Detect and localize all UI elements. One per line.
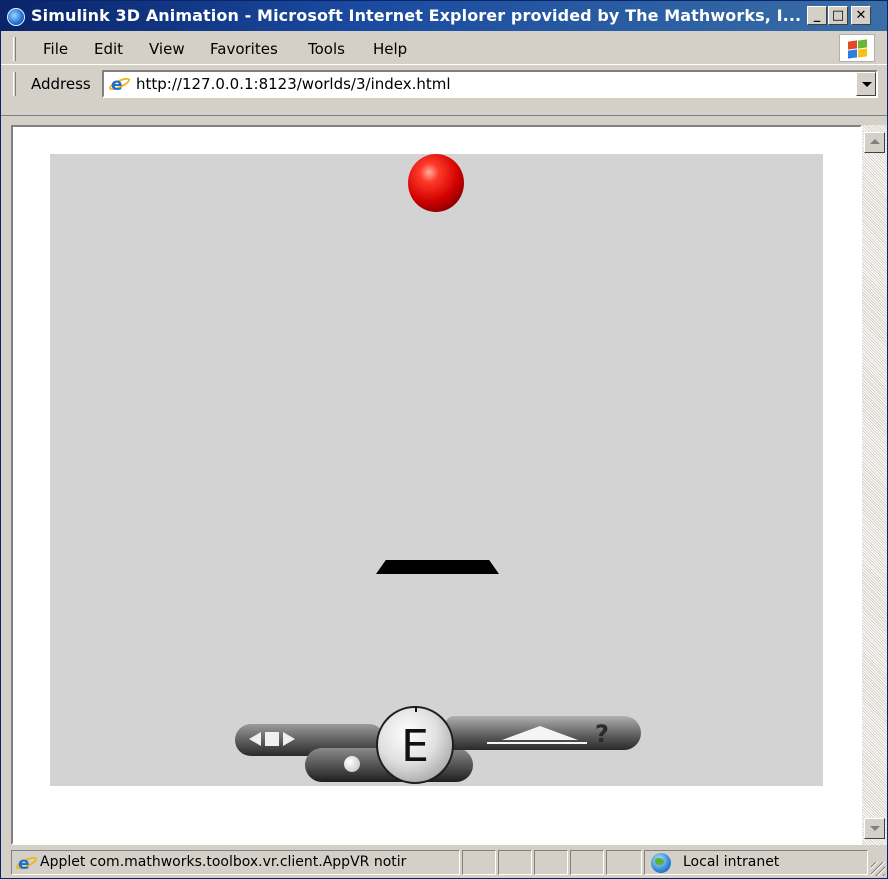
address-bar: Address e http://127.0.0.1:8123/worlds/3… bbox=[1, 66, 887, 116]
maximize-button[interactable]: □ bbox=[828, 6, 848, 25]
minimize-button[interactable]: _ bbox=[807, 6, 827, 25]
scroll-up-button[interactable] bbox=[864, 132, 885, 153]
viewpoint-controls bbox=[249, 730, 329, 748]
menu-favorites[interactable]: Favorites bbox=[210, 40, 278, 58]
status-bar: e Applet com.mathworks.toolbox.vr.client… bbox=[1, 847, 887, 878]
internet-explorer-icon[interactable] bbox=[7, 8, 25, 26]
close-button[interactable]: ✕ bbox=[851, 6, 871, 25]
help-button[interactable]: ? bbox=[595, 720, 609, 748]
speed-ramp-icon bbox=[502, 726, 578, 740]
compass-tick bbox=[415, 706, 417, 712]
toolbar-grip[interactable] bbox=[13, 72, 16, 96]
address-input[interactable]: e http://127.0.0.1:8123/worlds/3/index.h… bbox=[102, 70, 878, 98]
speed-track bbox=[487, 742, 587, 744]
menu-bar: File Edit View Favorites Tools Help bbox=[1, 31, 887, 65]
next-viewpoint-icon[interactable] bbox=[283, 732, 295, 746]
previous-viewpoint-icon[interactable] bbox=[249, 732, 261, 746]
chevron-down-icon bbox=[862, 82, 872, 87]
address-dropdown-button[interactable] bbox=[856, 72, 876, 96]
toolbar-grip[interactable] bbox=[13, 37, 16, 61]
vr-viewer-canvas[interactable]: E ? bbox=[50, 154, 823, 786]
status-cell bbox=[570, 850, 604, 875]
menu-edit[interactable]: Edit bbox=[94, 40, 123, 58]
arrow-down-icon bbox=[870, 826, 880, 831]
local-intranet-globe-icon bbox=[651, 853, 671, 873]
status-cell bbox=[498, 850, 532, 875]
straighten-button[interactable] bbox=[344, 756, 360, 772]
status-message: Applet com.mathworks.toolbox.vr.client.A… bbox=[40, 854, 407, 870]
compass-letter: E bbox=[401, 721, 429, 772]
menu-file[interactable]: File bbox=[43, 40, 68, 58]
status-message-pane: e Applet com.mathworks.toolbox.vr.client… bbox=[11, 850, 460, 875]
status-cell bbox=[462, 850, 496, 875]
navigation-mode-compass[interactable]: E bbox=[376, 706, 454, 784]
scroll-down-button[interactable] bbox=[864, 818, 885, 839]
security-zone-pane[interactable]: Local intranet bbox=[644, 850, 868, 875]
black-paddle bbox=[376, 560, 499, 574]
address-label: Address bbox=[31, 75, 91, 93]
browser-window: Simulink 3D Animation - Microsoft Intern… bbox=[0, 0, 888, 879]
speed-slider[interactable] bbox=[487, 726, 587, 748]
internet-explorer-status-icon: e bbox=[14, 853, 39, 874]
internet-explorer-page-icon: e bbox=[107, 74, 132, 95]
windows-logo-icon bbox=[839, 34, 875, 62]
window-title: Simulink 3D Animation - Microsoft Intern… bbox=[31, 6, 802, 25]
menu-view[interactable]: View bbox=[149, 40, 185, 58]
vertical-scrollbar[interactable] bbox=[862, 125, 887, 845]
address-url[interactable]: http://127.0.0.1:8123/worlds/3/index.htm… bbox=[136, 75, 451, 93]
menu-tools[interactable]: Tools bbox=[308, 40, 345, 58]
navigation-panel[interactable]: E ? bbox=[235, 704, 641, 788]
status-cell bbox=[606, 850, 642, 875]
red-ball bbox=[408, 154, 464, 212]
arrow-up-icon bbox=[870, 139, 880, 144]
menu-help[interactable]: Help bbox=[373, 40, 407, 58]
resize-grip[interactable] bbox=[871, 862, 885, 876]
return-viewpoint-icon[interactable] bbox=[265, 732, 279, 746]
security-zone-label: Local intranet bbox=[683, 854, 780, 870]
status-cell bbox=[534, 850, 568, 875]
title-bar[interactable]: Simulink 3D Animation - Microsoft Intern… bbox=[1, 1, 887, 31]
